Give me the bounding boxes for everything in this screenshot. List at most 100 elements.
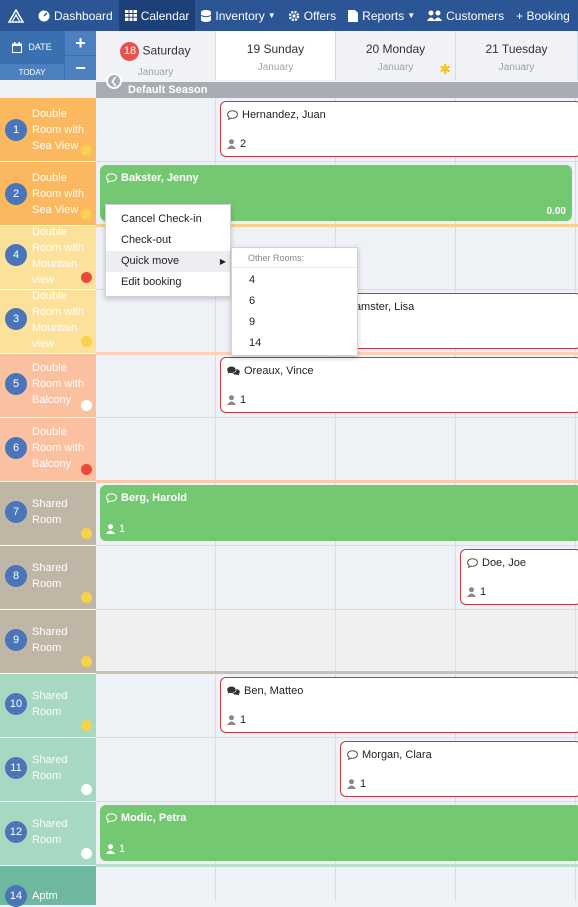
calendar-cell[interactable]: [336, 867, 456, 902]
room-label[interactable]: 9 Shared Room: [0, 610, 96, 674]
nav-inventory[interactable]: Inventory ▼: [195, 0, 281, 31]
calendar-cell[interactable]: [336, 418, 456, 481]
status-dot: [81, 848, 92, 859]
room-label[interactable]: 6 Double Room with Balcony: [0, 418, 96, 482]
calendar-cell[interactable]: [336, 610, 456, 671]
booking-guests: 1: [106, 523, 125, 535]
top-navbar: Dashboard Calendar Inventory ▼ Offers Rep…: [0, 0, 578, 31]
booking-guests: 2: [227, 138, 246, 150]
calendar-cell[interactable]: [216, 418, 336, 481]
status-dot: [81, 720, 92, 731]
date-picker-button[interactable]: DATE: [0, 31, 64, 63]
room-number: 11: [5, 757, 27, 779]
chevron-left-icon[interactable]: ❮: [106, 73, 122, 89]
booking-card[interactable]: Ben, Matteo 1: [220, 677, 578, 733]
room-label[interactable]: 1 Double Room with Sea View: [0, 98, 96, 162]
menu-check-out[interactable]: Check-out: [106, 230, 230, 251]
comment-icon: [106, 493, 117, 503]
calendar-cell[interactable]: [336, 546, 456, 609]
room-label[interactable]: 4 Double Room with Mountain view: [0, 226, 96, 290]
calendar-cell[interactable]: [96, 418, 216, 481]
day-header[interactable]: 19 Sunday January: [216, 31, 336, 80]
room-label[interactable]: 12 Shared Room: [0, 802, 96, 866]
room-number: 10: [5, 693, 27, 715]
submenu-room-option[interactable]: 9: [232, 312, 357, 333]
nav-add-booking[interactable]: + Booking: [510, 0, 576, 31]
comment-icon: [106, 813, 117, 823]
booking-card[interactable]: Hernandez, Juan 2: [220, 101, 578, 157]
calendar-cell[interactable]: [216, 610, 336, 671]
user-icon: [227, 139, 236, 149]
room-number: 6: [5, 437, 27, 459]
room-label[interactable]: 10 Shared Room: [0, 674, 96, 738]
user-icon: [467, 587, 476, 597]
room-label[interactable]: 7 Shared Room: [0, 482, 96, 546]
zoom-in-button[interactable]: +: [65, 31, 96, 55]
room-number: 4: [5, 244, 27, 266]
booking-card[interactable]: Oreaux, Vince 1: [220, 357, 578, 413]
calendar-cell[interactable]: [456, 867, 576, 902]
day-month: January: [498, 62, 535, 73]
calendar-cell[interactable]: [96, 98, 216, 161]
calendar-cell[interactable]: [96, 610, 216, 671]
nav-customers[interactable]: Customers: [421, 0, 510, 31]
nav-offers[interactable]: Offers: [282, 0, 342, 31]
booking-card[interactable]: Modic, Petra 1: [100, 805, 578, 861]
menu-quick-move-label: Quick move: [121, 255, 180, 267]
submenu-room-option[interactable]: 14: [232, 333, 357, 354]
calendar-cell[interactable]: [216, 546, 336, 609]
today-badge: 18: [120, 42, 140, 61]
menu-quick-move[interactable]: Quick move ▶: [106, 251, 230, 272]
zoom-out-button[interactable]: −: [65, 56, 96, 80]
room-number: 3: [5, 308, 27, 330]
day-header[interactable]: 21 Tuesday January: [456, 31, 578, 80]
booking-header: Hernandez, Juan: [227, 109, 326, 121]
calendar-cell[interactable]: [96, 355, 216, 417]
submenu-room-option[interactable]: 6: [232, 291, 357, 312]
calendar-cell[interactable]: [456, 227, 576, 289]
booking-card[interactable]: Berg, Harold 1: [100, 485, 578, 541]
today-button[interactable]: TODAY: [0, 64, 64, 80]
calendar-cell[interactable]: [96, 674, 216, 737]
users-icon: [427, 10, 443, 21]
room-label[interactable]: 2 Double Room with Sea View: [0, 162, 96, 226]
calendar-cell[interactable]: [456, 610, 576, 671]
room-label[interactable]: 8 Shared Room: [0, 546, 96, 610]
calendar-cell[interactable]: [96, 867, 216, 902]
room-label[interactable]: 5 Double Room with Balcony: [0, 354, 96, 418]
room-number: 9: [5, 629, 27, 651]
calendar-cell[interactable]: [96, 738, 216, 801]
calendar-cell[interactable]: [456, 418, 576, 481]
booking-header: Doe, Joe: [467, 557, 526, 569]
room-label[interactable]: 11 Shared Room: [0, 738, 96, 802]
booking-card[interactable]: Morgan, Clara 1: [340, 741, 578, 797]
room-number: 1: [5, 119, 27, 141]
nav-dashboard[interactable]: Dashboard: [32, 0, 119, 31]
calendar-row: [96, 418, 578, 482]
status-dot: [81, 336, 92, 347]
room-name: Shared Room: [32, 818, 68, 846]
booking-guests: 1: [347, 778, 366, 790]
room-label[interactable]: 3 Double Room with Mountain view: [0, 290, 96, 354]
caret-down-icon: ▼: [267, 11, 276, 20]
nav-add-booking-label: + Booking: [516, 8, 570, 23]
calendar-cell[interactable]: [96, 290, 216, 353]
nav-calendar[interactable]: Calendar: [118, 0, 196, 31]
calendar-cell[interactable]: [96, 546, 216, 609]
booking-card[interactable]: Hamster, Lisa 2: [340, 293, 578, 349]
date-label: DATE: [28, 42, 52, 52]
day-header[interactable]: 20 Monday January ✱: [336, 31, 456, 80]
room-label[interactable]: 14 Aptm: [0, 866, 96, 907]
booking-guests: 1: [227, 394, 246, 406]
guest-name: Modic, Petra: [121, 812, 187, 824]
submenu-room-option[interactable]: 4: [232, 270, 357, 291]
caret-right-icon: ▶: [219, 257, 226, 266]
menu-cancel-check-in[interactable]: Cancel Check-in: [106, 209, 230, 230]
menu-edit-booking[interactable]: Edit booking: [106, 272, 230, 293]
logo-icon[interactable]: [0, 0, 32, 31]
booking-card[interactable]: Doe, Joe 1: [460, 549, 578, 605]
nav-reports[interactable]: Reports ▼: [342, 0, 421, 31]
calendar-cell[interactable]: [216, 867, 336, 902]
calendar-cell[interactable]: [216, 738, 336, 801]
status-dot: [81, 464, 92, 475]
